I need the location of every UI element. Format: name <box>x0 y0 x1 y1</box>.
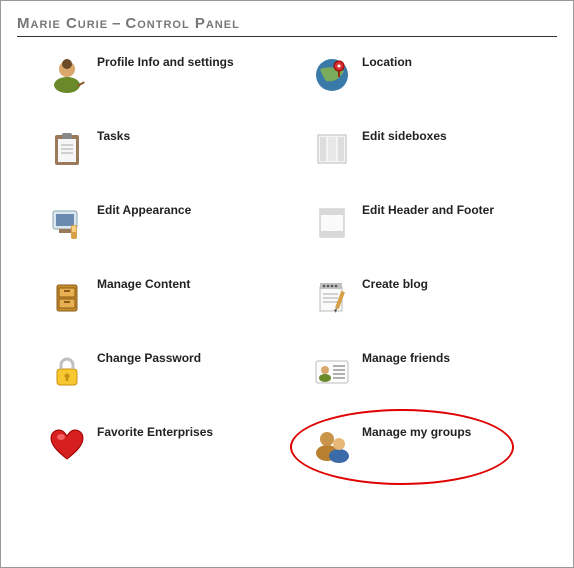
item-label: Manage friends <box>362 351 450 365</box>
control-panel-frame: Marie Curie–Control Panel Profile Info a… <box>0 0 574 568</box>
section-name: Control Panel <box>125 15 239 32</box>
item-edit-sideboxes[interactable]: Edit sideboxes <box>312 129 557 169</box>
notepad-pencil-icon <box>312 277 352 317</box>
item-label: Profile Info and settings <box>97 55 234 69</box>
item-manage-my-groups[interactable]: Manage my groups <box>312 425 557 465</box>
item-label: Favorite Enterprises <box>97 425 213 439</box>
item-tasks[interactable]: Tasks <box>47 129 292 169</box>
item-favorite-enterprises[interactable]: Favorite Enterprises <box>47 425 292 465</box>
panel-grid: Profile Info and settings Location <box>17 55 557 465</box>
page-title: Marie Curie–Control Panel <box>17 15 557 37</box>
item-label: Manage Content <box>97 277 190 291</box>
page-header-footer-icon <box>312 203 352 243</box>
title-separator: – <box>108 15 125 32</box>
appearance-icon <box>47 203 87 243</box>
group-people-icon <box>312 425 352 465</box>
item-label: Edit sideboxes <box>362 129 447 143</box>
contact-card-icon <box>312 351 352 391</box>
item-label: Edit Header and Footer <box>362 203 494 217</box>
item-label: Create blog <box>362 277 428 291</box>
heart-icon <box>47 425 87 465</box>
item-label: Change Password <box>97 351 201 365</box>
item-location[interactable]: Location <box>312 55 557 95</box>
item-edit-appearance[interactable]: Edit Appearance <box>47 203 292 243</box>
item-change-password[interactable]: Change Password <box>47 351 292 391</box>
user-name: Marie Curie <box>17 15 108 32</box>
lock-icon <box>47 351 87 391</box>
item-create-blog[interactable]: Create blog <box>312 277 557 317</box>
clipboard-icon <box>47 129 87 169</box>
item-profile-info[interactable]: Profile Info and settings <box>47 55 292 95</box>
item-label: Location <box>362 55 412 69</box>
item-manage-friends[interactable]: Manage friends <box>312 351 557 391</box>
person-icon <box>47 55 87 95</box>
item-manage-content[interactable]: Manage Content <box>47 277 292 317</box>
file-cabinet-icon <box>47 277 87 317</box>
item-label: Manage my groups <box>362 425 471 439</box>
globe-pin-icon <box>312 55 352 95</box>
item-label: Tasks <box>97 129 130 143</box>
columns-icon <box>312 129 352 169</box>
item-edit-header-footer[interactable]: Edit Header and Footer <box>312 203 557 243</box>
item-label: Edit Appearance <box>97 203 191 217</box>
